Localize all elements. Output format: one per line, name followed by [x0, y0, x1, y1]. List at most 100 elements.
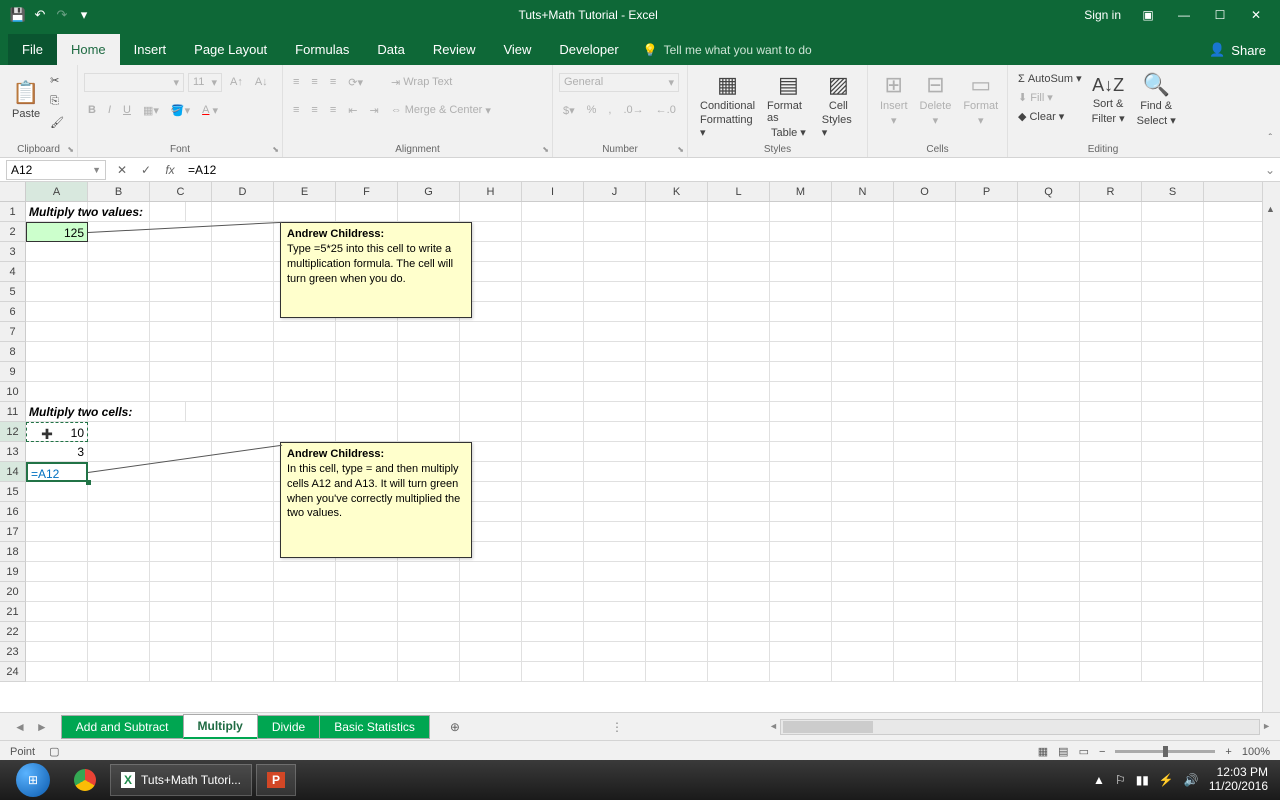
cell[interactable] [894, 442, 956, 462]
cell[interactable] [770, 502, 832, 522]
cell[interactable] [584, 662, 646, 682]
cell[interactable] [584, 362, 646, 382]
sheet-tab-multiply[interactable]: Multiply [183, 714, 258, 739]
cell[interactable] [1080, 322, 1142, 342]
cell[interactable] [336, 362, 398, 382]
cell[interactable] [1018, 362, 1080, 382]
cell[interactable] [150, 302, 212, 322]
cell[interactable] [1018, 402, 1080, 422]
cell[interactable] [708, 402, 770, 422]
cell[interactable] [150, 602, 212, 622]
cell[interactable] [522, 542, 584, 562]
cell[interactable] [522, 602, 584, 622]
cell[interactable] [646, 202, 708, 222]
cell[interactable] [1204, 622, 1266, 642]
cell[interactable] [274, 202, 336, 222]
tab-nav-prev-icon[interactable]: ◄ [14, 720, 26, 734]
cell[interactable] [646, 402, 708, 422]
cell[interactable] [460, 582, 522, 602]
cell[interactable] [1142, 442, 1204, 462]
cell[interactable] [708, 642, 770, 662]
align-bottom-icon[interactable]: ≡ [326, 74, 340, 90]
cell[interactable] [336, 322, 398, 342]
cell[interactable] [460, 382, 522, 402]
cell[interactable] [956, 602, 1018, 622]
close-icon[interactable]: ✕ [1247, 6, 1265, 24]
cell[interactable] [894, 242, 956, 262]
format-painter-icon[interactable]: 🖌 [46, 114, 68, 131]
cell[interactable] [522, 622, 584, 642]
start-button[interactable]: ⊞ [6, 764, 60, 796]
cell[interactable] [646, 522, 708, 542]
cell[interactable] [212, 382, 274, 402]
conditional-formatting-button[interactable]: ▦ConditionalFormatting ▾ [694, 68, 761, 143]
cell[interactable] [212, 442, 274, 462]
cell[interactable] [460, 322, 522, 342]
cell[interactable] [894, 342, 956, 362]
cell[interactable] [88, 602, 150, 622]
cell[interactable] [956, 542, 1018, 562]
cell[interactable] [646, 542, 708, 562]
cell[interactable] [88, 642, 150, 662]
cell[interactable] [770, 282, 832, 302]
cell[interactable] [1080, 502, 1142, 522]
col-header-s[interactable]: S [1142, 182, 1204, 201]
cell[interactable] [398, 582, 460, 602]
row-header-22[interactable]: 22 [0, 622, 26, 642]
cell[interactable] [956, 522, 1018, 542]
font-color-icon[interactable]: A▾ [198, 102, 222, 119]
cell[interactable] [894, 282, 956, 302]
cell[interactable] [212, 622, 274, 642]
col-header-n[interactable]: N [832, 182, 894, 201]
cell[interactable] [832, 642, 894, 662]
cell[interactable] [1018, 582, 1080, 602]
cell[interactable] [274, 322, 336, 342]
cell[interactable] [708, 422, 770, 442]
collapse-ribbon-icon[interactable]: ˆ [1269, 133, 1272, 144]
cell[interactable] [1204, 462, 1266, 482]
cell[interactable] [1080, 342, 1142, 362]
cell[interactable] [1080, 242, 1142, 262]
cell[interactable] [522, 582, 584, 602]
cell-a2[interactable]: 125 [26, 222, 88, 242]
cell[interactable] [708, 602, 770, 622]
cell[interactable] [460, 362, 522, 382]
cell[interactable] [522, 362, 584, 382]
tab-data[interactable]: Data [363, 34, 418, 65]
tab-nav-next-icon[interactable]: ► [36, 720, 48, 734]
col-header-d[interactable]: D [212, 182, 274, 201]
tab-insert[interactable]: Insert [120, 34, 181, 65]
new-sheet-icon[interactable]: ⊕ [450, 720, 460, 734]
cell[interactable] [150, 642, 212, 662]
cell[interactable] [1142, 502, 1204, 522]
cell[interactable] [832, 502, 894, 522]
cell[interactable] [832, 462, 894, 482]
increase-indent-icon[interactable]: ⇥ [365, 102, 382, 119]
cell[interactable] [770, 262, 832, 282]
cell[interactable] [1142, 662, 1204, 682]
row-header-8[interactable]: 8 [0, 342, 26, 362]
cell[interactable] [1142, 302, 1204, 322]
cell[interactable] [956, 402, 1018, 422]
cell[interactable] [1018, 282, 1080, 302]
cell[interactable] [212, 662, 274, 682]
excel-app[interactable]: XTuts+Math Tutori... [110, 764, 252, 796]
cell[interactable] [770, 462, 832, 482]
col-header-r[interactable]: R [1080, 182, 1142, 201]
cell[interactable] [26, 562, 88, 582]
cell[interactable] [274, 422, 336, 442]
italic-button[interactable]: I [104, 102, 115, 118]
align-middle-icon[interactable]: ≡ [307, 74, 321, 90]
cell[interactable] [460, 642, 522, 662]
col-header-g[interactable]: G [398, 182, 460, 201]
cell[interactable] [708, 202, 770, 222]
cell[interactable] [26, 362, 88, 382]
cell[interactable] [1018, 442, 1080, 462]
cell[interactable] [956, 562, 1018, 582]
cell[interactable] [1080, 402, 1142, 422]
cell[interactable] [1018, 262, 1080, 282]
cell[interactable] [336, 622, 398, 642]
row-header-4[interactable]: 4 [0, 262, 26, 282]
cell[interactable] [1018, 622, 1080, 642]
cell[interactable] [1018, 342, 1080, 362]
